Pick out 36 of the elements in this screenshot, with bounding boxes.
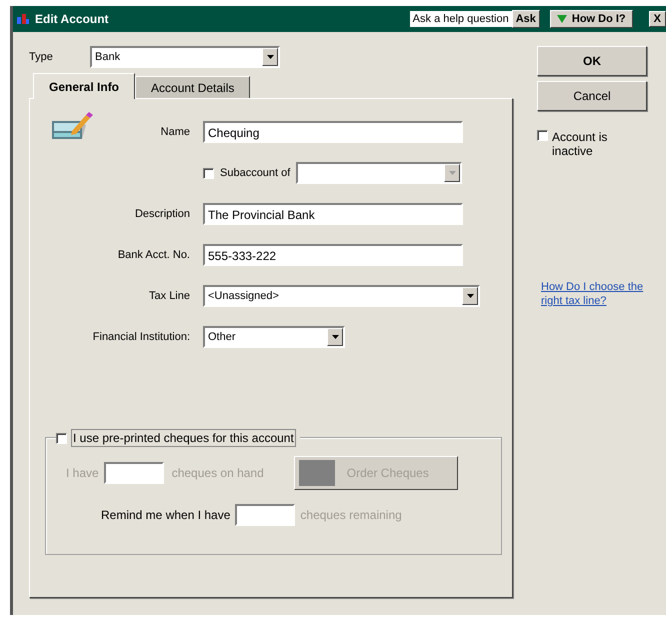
cancel-button[interactable]: Cancel [537,81,647,111]
field-label: Financial Institution: [92,331,190,343]
institution-dropdown[interactable]: Other [203,326,345,348]
tax-line-help-link[interactable]: How Do I choose the right tax line? [537,280,649,308]
type-dropdown[interactable]: Bank [90,46,280,68]
text-field[interactable]: 555-333-222 [203,244,463,266]
cheque-count-field[interactable] [235,504,296,526]
cheque-count-label: cheques remaining [300,508,402,522]
field-label: Bank Acct. No. [116,249,190,261]
subaccount-label: Subaccount of [220,167,290,179]
ok-button[interactable]: OK [537,46,647,76]
field-label: Description [134,208,190,220]
text-field[interactable]: The Provincial Bank [203,203,463,225]
triangle-down-icon [556,15,567,23]
app-icon [17,14,29,24]
tab[interactable]: General Info [33,73,136,99]
cheque-count-label: cheques on hand [172,466,264,480]
cheque-count-label: I have [66,466,99,480]
close-button[interactable]: X [648,11,666,27]
type-label: Type [29,51,54,63]
how-do-i-button[interactable]: How Do I? [550,10,633,28]
cheque-count-field[interactable] [104,462,164,484]
tab[interactable]: Account Details [135,76,250,98]
ask-button[interactable]: Ask [512,10,540,28]
text-field[interactable]: Chequing [203,121,463,143]
window-title: Edit Account [35,12,110,26]
cheques-label: I use pre-printed cheques for this account [71,429,296,447]
inactive-label: Account is inactive [552,130,608,158]
field-label: Tax Line [148,290,190,302]
tax-line-dropdown[interactable]: <Unassigned> [203,285,480,307]
cheque-swatch-icon [298,460,335,486]
cheques-checkbox[interactable] [56,432,67,444]
field-label: Name [160,126,190,138]
subaccount-dropdown[interactable] [296,162,462,184]
help-question-field[interactable]: Ask a help question [410,11,512,27]
cheque-count-label: Remind me when I have [101,508,230,522]
